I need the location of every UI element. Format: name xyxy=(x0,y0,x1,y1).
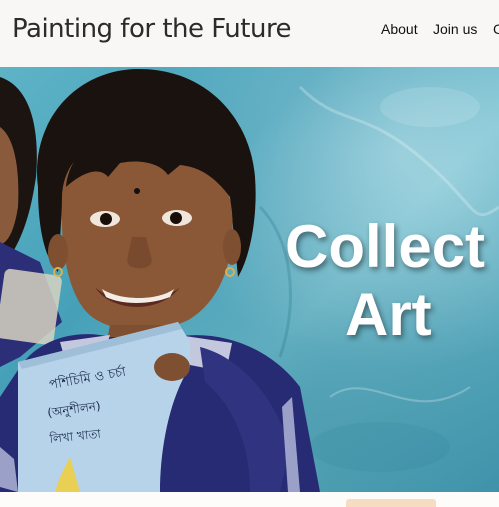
hero-heading-line2: Art xyxy=(345,281,432,348)
site-title[interactable]: Painting for the Future xyxy=(12,14,292,44)
site-header: Painting for the Future About Join us C xyxy=(0,0,499,67)
cta-button-partial[interactable] xyxy=(346,499,436,507)
earring-icon xyxy=(225,267,235,277)
nav-item-about[interactable]: About xyxy=(381,21,418,37)
hero-heading-line1: Collect xyxy=(285,213,486,280)
hero-heading: Collect Art xyxy=(285,213,499,349)
nav-item-cut-off[interactable]: C xyxy=(493,21,499,37)
nav-item-join-us[interactable]: Join us xyxy=(433,21,477,37)
hero-banner: পশিচিমি ও চৰ্চা (অনুশীলন) লিখা খাতা Coll… xyxy=(0,67,499,492)
